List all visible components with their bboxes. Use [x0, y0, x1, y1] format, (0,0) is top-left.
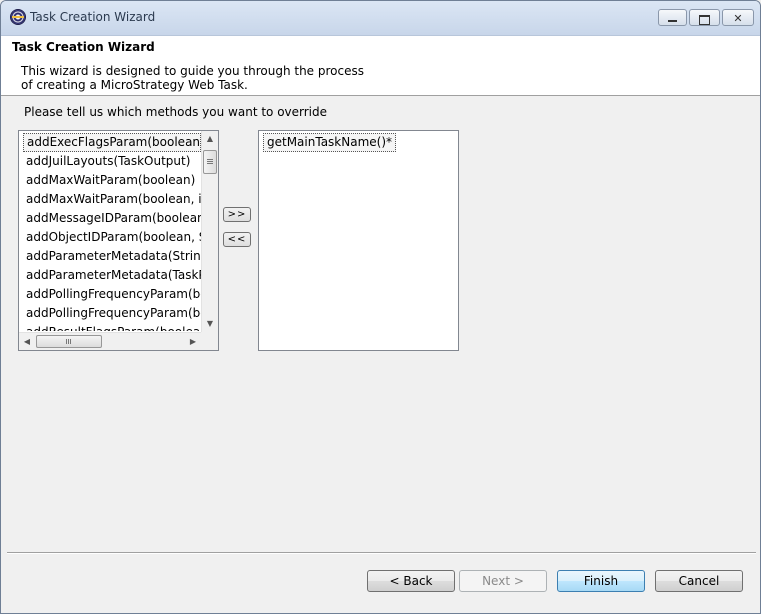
list-item[interactable]: addResultFlagsParam(boolean, String) [23, 323, 201, 331]
vertical-scrollbar[interactable]: ▲ ▼ [201, 131, 218, 332]
close-icon: ✕ [733, 12, 743, 25]
list-item[interactable]: getMainTaskName()* [263, 133, 397, 152]
horizontal-scroll-thumb[interactable] [36, 335, 102, 348]
scroll-left-icon[interactable]: ◀ [19, 333, 35, 350]
minimize-icon [668, 20, 677, 22]
grip-line [70, 339, 71, 344]
title-bar[interactable]: Task Creation Wizard ✕ [1, 1, 760, 36]
available-methods-items: addExecFlagsParam(boolean, String) addJu… [23, 133, 201, 331]
remove-method-button[interactable]: << [223, 232, 251, 247]
wizard-header: Task Creation Wizard This wizard is desi… [1, 36, 760, 96]
cancel-button[interactable]: Cancel [655, 570, 743, 592]
vertical-scroll-thumb[interactable] [203, 150, 217, 174]
wizard-window: Task Creation Wizard ✕ Task Creation Wiz… [0, 0, 761, 614]
maximize-button[interactable] [689, 9, 720, 26]
scroll-right-icon[interactable]: ▶ [185, 333, 201, 350]
list-item[interactable]: addPollingFrequencyParam(boolean, int) [23, 304, 201, 323]
minimize-button[interactable] [658, 9, 687, 26]
scroll-down-icon[interactable]: ▼ [202, 316, 218, 332]
override-prompt: Please tell us which methods you want to… [24, 105, 328, 119]
wizard-description: This wizard is designed to guide you thr… [21, 64, 364, 92]
list-item[interactable]: addExecFlagsParam(boolean, String) [23, 133, 201, 152]
scroll-up-icon[interactable]: ▲ [202, 131, 218, 147]
list-item[interactable]: addObjectIDParam(boolean, String) [23, 228, 201, 247]
list-item[interactable]: addMaxWaitParam(boolean, int) [23, 190, 201, 209]
grip-line [207, 159, 213, 160]
grip-line [207, 161, 213, 162]
grip-line [207, 163, 213, 164]
list-item[interactable]: addPollingFrequencyParam(boolean) [23, 285, 201, 304]
horizontal-scrollbar[interactable]: ◀ ▶ [19, 332, 201, 350]
grip-line [66, 339, 67, 344]
selected-methods-list[interactable]: getMainTaskName()* [258, 130, 459, 351]
add-method-button[interactable]: >> [223, 207, 251, 222]
grip-line [68, 339, 69, 344]
available-methods-list[interactable]: addExecFlagsParam(boolean, String) addJu… [18, 130, 219, 351]
list-item[interactable]: addParameterMetadata(TaskParameter) [23, 266, 201, 285]
maximize-icon [699, 15, 710, 25]
finish-button[interactable]: Finish [557, 570, 645, 592]
list-item[interactable]: addJuilLayouts(TaskOutput) [23, 152, 201, 171]
close-button[interactable]: ✕ [722, 9, 754, 26]
eclipse-icon [11, 10, 25, 24]
list-item[interactable]: addMessageIDParam(boolean, String) [23, 209, 201, 228]
scrollbar-corner [201, 332, 218, 350]
list-item[interactable]: addMaxWaitParam(boolean) [23, 171, 201, 190]
window-title: Task Creation Wizard [30, 10, 156, 24]
list-item[interactable]: addParameterMetadata(String, String) [23, 247, 201, 266]
next-button[interactable]: Next > [459, 570, 547, 592]
description-line: This wizard is designed to guide you thr… [21, 64, 364, 78]
page-title: Task Creation Wizard [12, 40, 155, 54]
description-line: of creating a MicroStrategy Web Task. [21, 78, 248, 92]
footer-separator [7, 552, 756, 554]
back-button[interactable]: < Back [367, 570, 455, 592]
